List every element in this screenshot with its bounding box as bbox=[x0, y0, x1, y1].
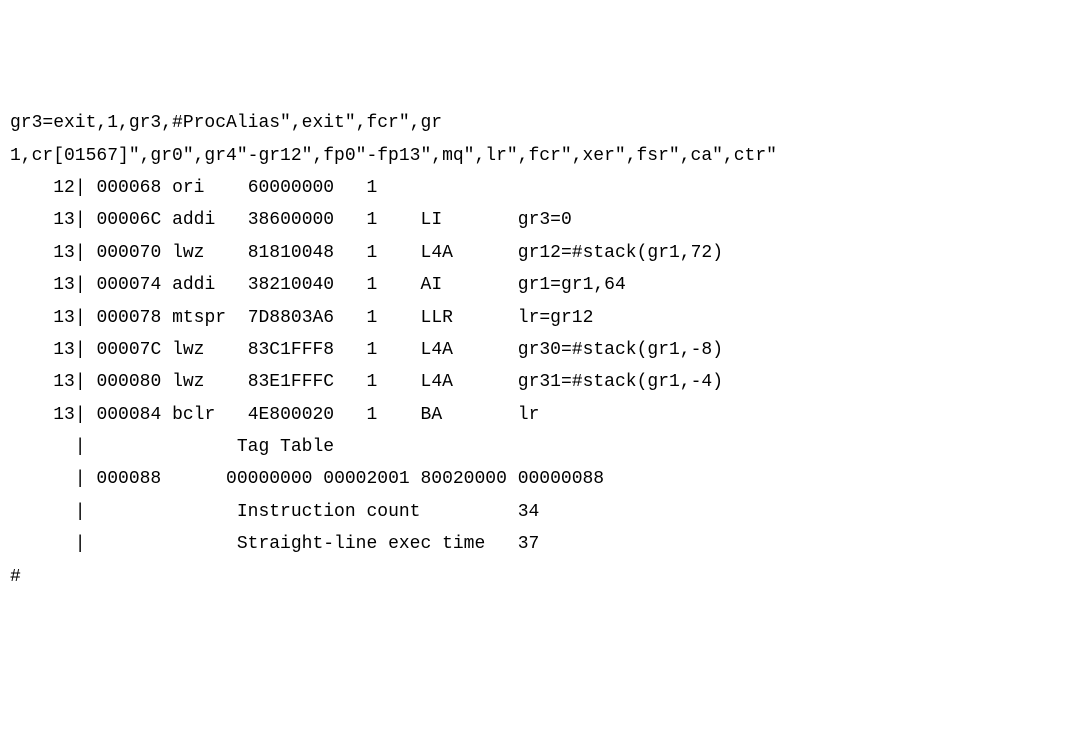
row-hex: 7D8803A6 bbox=[248, 308, 334, 328]
tag-addr: 000088 bbox=[96, 469, 161, 489]
row-mnem: mtspr bbox=[172, 308, 248, 328]
row-hex: 4E800020 bbox=[248, 405, 334, 425]
row-num: 13 bbox=[53, 243, 75, 263]
row-num: 13 bbox=[53, 340, 75, 360]
row-num: 13 bbox=[53, 275, 75, 295]
row-desc: gr30=#stack(gr1,-8) bbox=[518, 340, 723, 360]
row-op: 1 bbox=[367, 340, 378, 360]
row-num: 13 bbox=[53, 308, 75, 328]
row-desc: lr=gr12 bbox=[518, 308, 594, 328]
row-num: 12 bbox=[53, 178, 75, 198]
listing: gr3=exit,1,gr3,#ProcAlias",exit",fcr",gr… bbox=[10, 107, 1056, 593]
row-desc: gr3=0 bbox=[518, 210, 572, 230]
row-op: 1 bbox=[367, 243, 378, 263]
row-addr: 000080 bbox=[96, 372, 161, 392]
row-addr: 000068 bbox=[96, 178, 161, 198]
row-op: 1 bbox=[367, 210, 378, 230]
header-line-2: 1,cr[01567]",gr0",gr4"-gr12",fp0"-fp13",… bbox=[10, 146, 777, 166]
row-op: 1 bbox=[367, 275, 378, 295]
row-mnem: addi bbox=[172, 210, 248, 230]
row-addr: 000074 bbox=[96, 275, 161, 295]
row-num: 13 bbox=[53, 372, 75, 392]
row-addr: 000078 bbox=[96, 308, 161, 328]
row-op: 1 bbox=[367, 178, 378, 198]
row-hex: 38210040 bbox=[248, 275, 334, 295]
row-desc: gr12=#stack(gr1,72) bbox=[518, 243, 723, 263]
row-desc: gr1=gr1,64 bbox=[518, 275, 626, 295]
row-tag: L4A bbox=[421, 340, 518, 360]
row-tag: BA bbox=[421, 405, 518, 425]
row-addr: 00007C bbox=[96, 340, 161, 360]
row-hex: 60000000 bbox=[248, 178, 334, 198]
row-mnem: lwz bbox=[172, 372, 248, 392]
row-addr: 000084 bbox=[96, 405, 161, 425]
row-num: 13 bbox=[53, 210, 75, 230]
header-line-1: gr3=exit,1,gr3,#ProcAlias",exit",fcr",gr bbox=[10, 113, 442, 133]
row-desc: lr bbox=[518, 405, 540, 425]
row-tag: LI bbox=[421, 210, 518, 230]
row-hex: 83E1FFFC bbox=[248, 372, 334, 392]
row-desc: gr31=#stack(gr1,-4) bbox=[518, 372, 723, 392]
row-addr: 000070 bbox=[96, 243, 161, 263]
row-op: 1 bbox=[367, 308, 378, 328]
row-tag: L4A bbox=[421, 243, 518, 263]
row-op: 1 bbox=[367, 372, 378, 392]
row-tag: AI bbox=[421, 275, 518, 295]
row-num: 13 bbox=[53, 405, 75, 425]
tag-data: 00000000 00002001 80020000 00000088 bbox=[226, 469, 604, 489]
exec-time-label: Straight-line exec time bbox=[237, 534, 518, 554]
row-hex: 38600000 bbox=[248, 210, 334, 230]
row-mnem: ori bbox=[172, 178, 248, 198]
row-op: 1 bbox=[367, 405, 378, 425]
instr-count-label: Instruction count bbox=[237, 502, 518, 522]
tag-table-label: Tag Table bbox=[237, 437, 334, 457]
row-hex: 83C1FFF8 bbox=[248, 340, 334, 360]
row-hex: 81810048 bbox=[248, 243, 334, 263]
prompt: # bbox=[10, 567, 21, 587]
row-mnem: lwz bbox=[172, 243, 248, 263]
row-tag: LLR bbox=[421, 308, 518, 328]
row-mnem: addi bbox=[172, 275, 248, 295]
row-mnem: lwz bbox=[172, 340, 248, 360]
instr-count-value: 34 bbox=[518, 502, 540, 522]
row-mnem: bclr bbox=[172, 405, 248, 425]
exec-time-value: 37 bbox=[518, 534, 540, 554]
row-tag: L4A bbox=[421, 372, 518, 392]
row-addr: 00006C bbox=[96, 210, 161, 230]
